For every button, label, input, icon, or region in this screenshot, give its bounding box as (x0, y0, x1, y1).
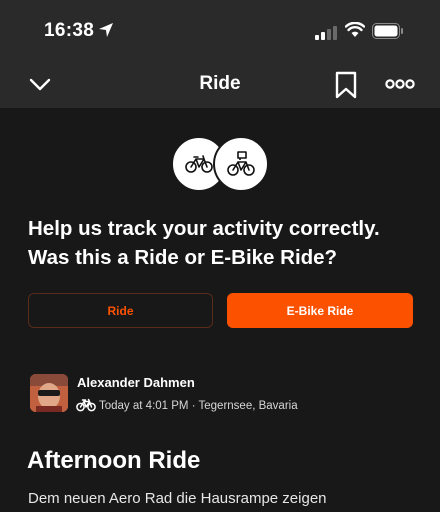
bike-icon (76, 398, 96, 412)
more-icon[interactable] (385, 77, 415, 91)
status-bar: 16:38 (0, 0, 440, 62)
athlete-name[interactable]: Alexander Dahmen (77, 375, 195, 390)
prompt-line-1: Help us track your activity correctly. (28, 217, 380, 240)
battery-icon (372, 23, 403, 39)
activity-title: Afternoon Ride (27, 447, 201, 474)
activity-meta: Today at 4:01 PM · Tegernsee, Bavaria (99, 400, 298, 412)
page-title: Ride (199, 73, 241, 94)
wifi-icon (345, 22, 365, 37)
prompt-line-2: Was this a Ride or E-Bike Ride? (28, 246, 338, 269)
ebike-icon (227, 151, 255, 176)
status-time: 16:38 (44, 20, 95, 41)
avatar-image (30, 374, 68, 412)
bookmark-icon[interactable] (334, 71, 358, 99)
nav-bar: Ride (0, 62, 440, 108)
ride-type-icons (171, 136, 271, 192)
signal-icon (315, 26, 337, 40)
avatar[interactable] (30, 374, 68, 412)
activity-type-prompt: Help us track your activity correctly. W… (28, 214, 418, 272)
ebike-ride-button[interactable]: E-Bike Ride (227, 293, 413, 328)
location-arrow-icon (99, 23, 113, 37)
bike-icon (185, 155, 213, 173)
ebike-icon-circle (213, 136, 269, 192)
ride-button[interactable]: Ride (28, 293, 213, 328)
activity-description: Dem neuen Aero Rad die Hausrampe zeigen (28, 490, 327, 507)
